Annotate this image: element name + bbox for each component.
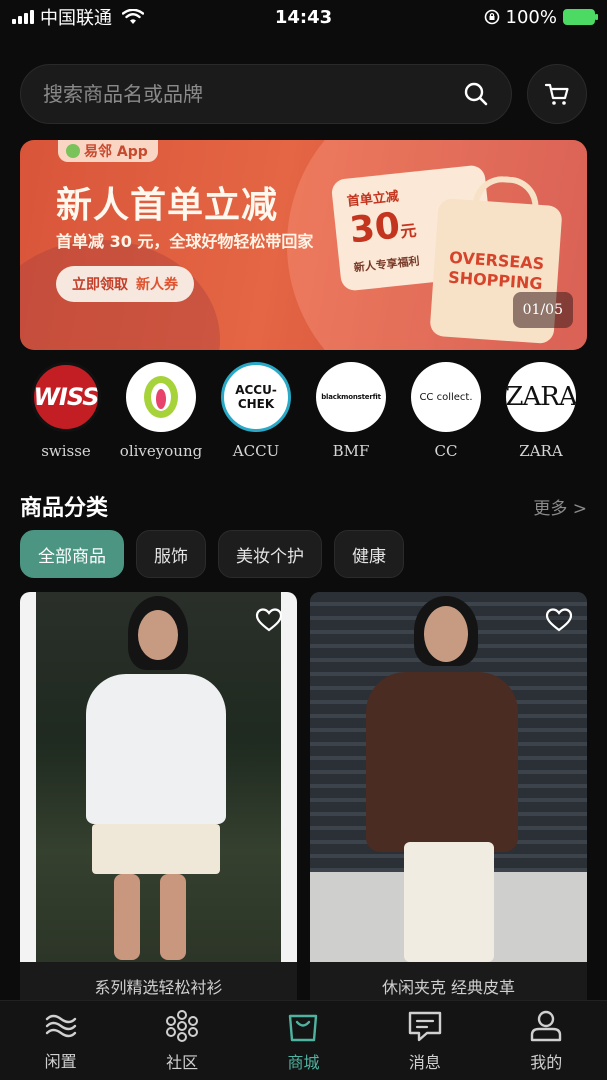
brand-logo-bmf: blackmonsterfit (316, 362, 386, 432)
bottom-tab-bar: 闲置 社区 商城 消息 我的 (0, 1000, 607, 1080)
battery-icon (563, 9, 598, 25)
olive-logo-icon (144, 376, 178, 418)
brand-name: ACCU (232, 442, 280, 460)
shopping-bag-icon (289, 1014, 318, 1041)
brand-item-oliveyoung[interactable]: oliveyoung (115, 362, 207, 462)
model-shirt (86, 674, 226, 824)
status-time: 14:43 (274, 6, 333, 28)
wave-icon (45, 1014, 76, 1037)
tab-profile[interactable]: 我的 (491, 1009, 601, 1073)
banner-pager: 01/05 (512, 292, 573, 328)
category-chip-health[interactable]: 健康 (334, 530, 404, 578)
search-icon[interactable] (463, 81, 489, 107)
cart-button[interactable] (527, 64, 587, 124)
carrier-label: 中国联通 (40, 8, 112, 29)
promo-banner[interactable]: 易邻 App 新人首单立减 首单减 30 元，全球好物轻松带回家 立即领取 新人… (20, 140, 587, 350)
tab-idle[interactable]: 闲置 (6, 1010, 116, 1072)
category-chip-apparel[interactable]: 服饰 (136, 530, 206, 578)
brand-name: ZARA (519, 442, 563, 460)
more-link[interactable]: 更多 > (533, 494, 587, 519)
model-skirt (404, 842, 494, 962)
status-right: 100% (484, 6, 598, 28)
tab-label: 消息 (408, 1052, 441, 1072)
model-face (424, 606, 468, 662)
search-input[interactable] (43, 82, 423, 106)
brand-name: BMF (332, 442, 370, 460)
tab-label: 社区 (166, 1052, 199, 1072)
cta-label: 立即领取 (72, 277, 128, 293)
search-bar[interactable] (20, 64, 512, 124)
model-leg (160, 874, 186, 960)
tab-community[interactable]: 社区 (127, 1009, 237, 1073)
model-leg (114, 874, 140, 960)
status-left: 中国联通 (12, 4, 144, 30)
cart-icon (544, 83, 569, 105)
model-jacket (366, 672, 518, 852)
photo-frame (281, 592, 297, 962)
tab-mall[interactable]: 商城 (248, 1009, 358, 1073)
message-icon (408, 1011, 442, 1041)
brand-item-bmf[interactable]: blackmonsterfit BMF (305, 362, 397, 462)
brand-logo-cc: CC collect. (411, 362, 481, 432)
brand-list: WISS swisse oliveyoung ACCU-CHEK ACCU bl… (20, 362, 587, 462)
status-bar: 中国联通 14:43 100% (0, 0, 607, 34)
brand-item-swisse[interactable]: WISS swisse (20, 362, 112, 462)
app-logo-icon (66, 144, 80, 158)
product-card[interactable]: 系列精选轻松衬衫 (20, 592, 297, 1012)
product-title: 系列精选轻松衬衫 (94, 978, 223, 997)
orientation-lock-icon (484, 9, 499, 25)
brand-item-cc[interactable]: CC collect. CC (400, 362, 492, 462)
product-image[interactable] (310, 592, 587, 962)
photo-frame (20, 592, 36, 962)
tab-label: 我的 (530, 1052, 563, 1072)
cta-highlight: 新人券 (136, 277, 178, 293)
brand-name: CC (434, 442, 458, 460)
coupon-unit: 元 (399, 220, 418, 242)
brand-logo-accu: ACCU-CHEK (221, 362, 291, 432)
tab-messages[interactable]: 消息 (370, 1009, 480, 1073)
brand-logo-zara: ZARA (506, 362, 576, 432)
brand-name: oliveyoung (119, 442, 203, 460)
category-chip-all[interactable]: 全部商品 (20, 530, 124, 578)
brand-item-zara[interactable]: ZARA ZARA (495, 362, 587, 462)
profile-icon (531, 1010, 562, 1041)
model-face (138, 610, 178, 660)
favorite-heart-icon[interactable] (255, 606, 283, 634)
product-card[interactable]: 休闲夹克 经典皮革 (310, 592, 587, 1012)
battery-percent: 100% (505, 6, 557, 28)
tab-label: 商城 (287, 1052, 320, 1072)
section-title: 商品分类 (20, 496, 109, 521)
banner-subtitle: 首单减 30 元，全球好物轻松带回家 (56, 232, 314, 251)
app-tag-label: 易邻 App (84, 144, 148, 160)
tab-label: 闲置 (44, 1051, 77, 1071)
brand-name: swisse (41, 442, 91, 460)
favorite-heart-icon[interactable] (545, 606, 573, 634)
community-icon (166, 1009, 199, 1042)
category-chip-beauty[interactable]: 美妆个护 (218, 530, 322, 578)
wifi-icon (122, 9, 144, 24)
brand-logo-oliveyoung (126, 362, 196, 432)
brand-logo-swisse: WISS (31, 362, 101, 432)
app-tag: 易邻 App (58, 140, 158, 162)
product-image[interactable] (20, 592, 297, 962)
model-shorts (92, 824, 220, 874)
cellular-signal-icon (12, 10, 34, 24)
claim-coupon-button[interactable]: 立即领取 新人券 (56, 266, 194, 302)
banner-title: 新人首单立减 (56, 185, 279, 226)
brand-item-accu[interactable]: ACCU-CHEK ACCU (210, 362, 302, 462)
category-chips: 全部商品 服饰 美妆个护 健康 (20, 530, 404, 578)
product-title: 休闲夹克 经典皮革 (381, 978, 516, 997)
coupon-value: 30 (347, 205, 402, 252)
